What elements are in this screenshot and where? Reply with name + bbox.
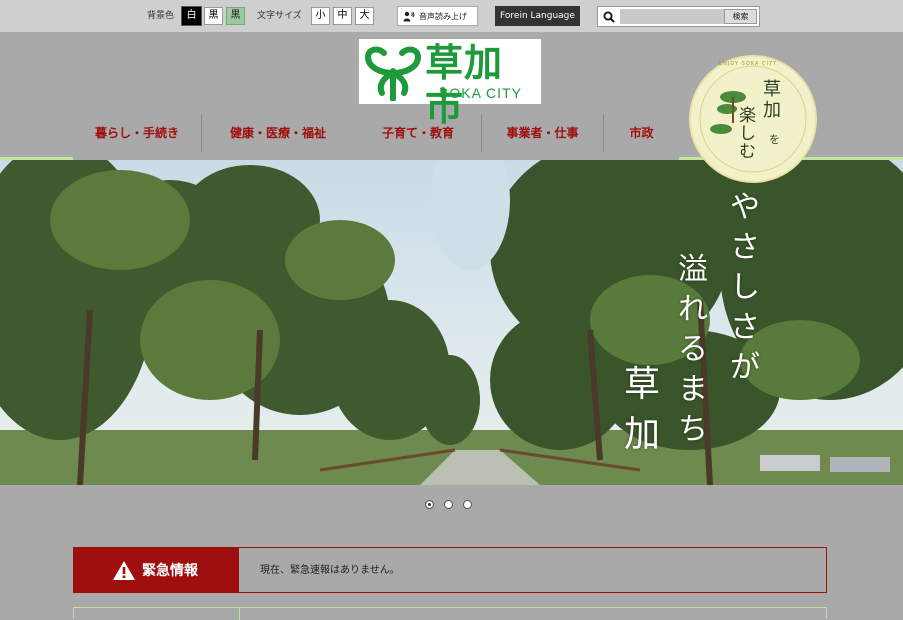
nav-item-childcare[interactable]: 子育て・教育 [354, 112, 482, 158]
search-button[interactable]: 検索 [724, 9, 757, 24]
font-small-button[interactable]: 小 [311, 7, 330, 25]
emergency-panel: 緊急情報 現在、緊急速報はありません。 [73, 547, 827, 593]
logo-subtitle: SOKA CITY [439, 85, 522, 101]
bg-green-button[interactable]: 黒 [226, 7, 245, 25]
font-large-button[interactable]: 大 [355, 7, 374, 25]
emergency-message: 現在、緊急速報はありません。 [260, 565, 400, 576]
badge-ring-text: ENJOY SOKA CITY [719, 61, 778, 67]
slide-dot-2[interactable] [444, 500, 453, 509]
warning-icon [113, 560, 135, 580]
badge-text-soka: 草加 [763, 79, 781, 121]
font-size-label: 文字サイズ [257, 11, 302, 21]
hero-photo-pine-trees [0, 160, 903, 485]
badge-text-tanoshimu: 楽しむ [739, 106, 756, 162]
nav-item-living[interactable]: 暮らし・手続き [73, 112, 201, 158]
search-icon [598, 7, 619, 26]
bg-black-button[interactable]: 黒 [204, 7, 223, 25]
nav-item-business[interactable]: 事業者・仕事 [482, 112, 603, 158]
speaker-person-icon [403, 11, 415, 21]
foreign-language-button[interactable]: Forein Language [495, 6, 580, 26]
hero-slideshow[interactable]: やさしさが 溢れるまち 草加 [0, 160, 903, 485]
bg-color-label: 背景色 [147, 11, 175, 21]
emergency-header: 緊急情報 [74, 548, 239, 592]
city-logo[interactable]: 草加市 SOKA CITY [359, 39, 541, 129]
bg-white-button[interactable]: 白 [181, 6, 202, 26]
nav-item-city-admin[interactable]: 市政 [604, 112, 679, 158]
slide-dot-3[interactable] [463, 500, 472, 509]
search-box: 検索 [597, 6, 760, 27]
search-input[interactable] [620, 9, 726, 24]
next-section-panel [73, 607, 827, 620]
hero-tagline-line1: やさしさが [730, 190, 760, 385]
hero-tagline-line3: 草加 [623, 364, 660, 455]
slide-dot-1[interactable] [425, 500, 434, 509]
badge-text-wo: を [769, 133, 780, 146]
slide-indicators [425, 500, 472, 509]
hero-tagline-line2: 溢れるまち [678, 252, 708, 447]
emergency-title: 緊急情報 [142, 563, 198, 579]
voice-reader-label: 音声読み上げ [419, 11, 467, 21]
nav-item-health[interactable]: 健康・医療・福祉 [202, 112, 354, 158]
voice-reader-button[interactable]: 音声読み上げ [397, 6, 478, 26]
city-emblem-icon [364, 46, 422, 101]
font-medium-button[interactable]: 中 [333, 7, 352, 25]
enjoy-soka-badge[interactable]: ENJOY SOKA CITY 草加 を 楽しむ [691, 57, 815, 181]
global-nav: 暮らし・手続き 健康・医療・福祉 子育て・教育 事業者・仕事 市政 [73, 112, 679, 158]
utility-bar: 背景色 白 黒 黒 文字サイズ 小 中 大 音声読み上げ Forein Lang… [0, 0, 903, 32]
